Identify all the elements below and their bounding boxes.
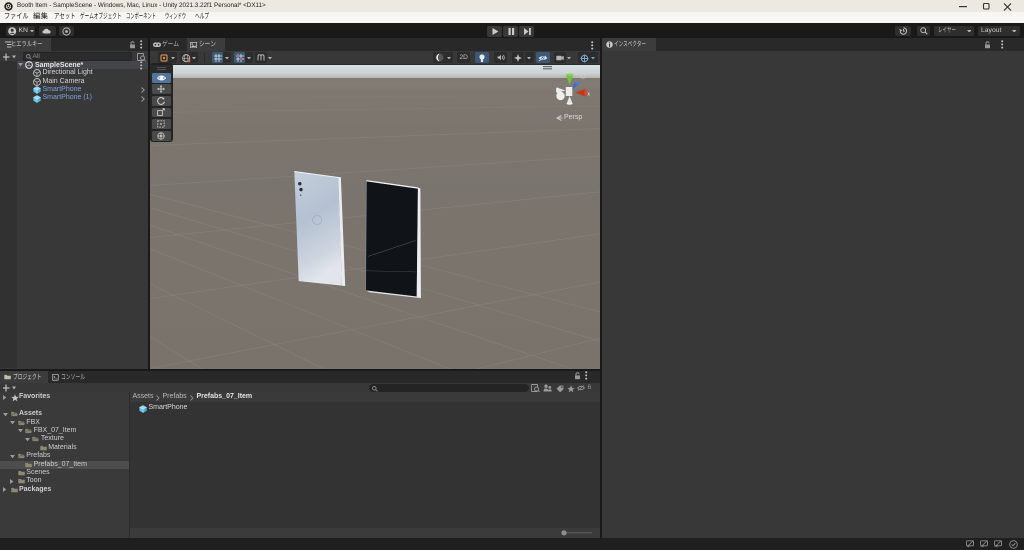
- svg-text:x: x: [588, 92, 591, 98]
